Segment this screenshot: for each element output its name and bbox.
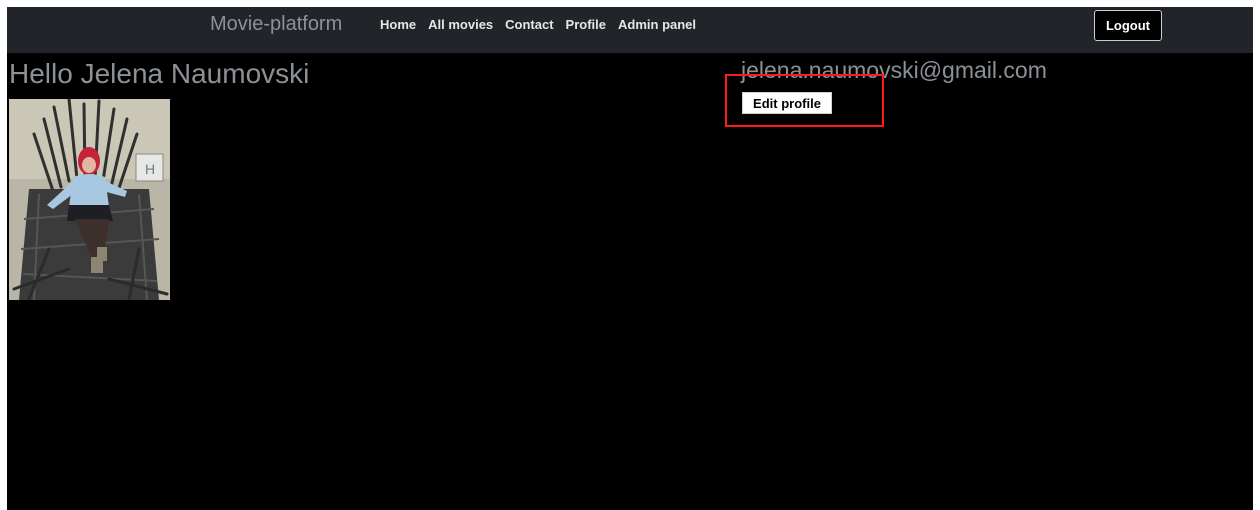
page-title: Hello Jelena Naumovski xyxy=(9,58,310,89)
page: Movie-platform Home All movies Contact P… xyxy=(7,7,1253,510)
brand-logo[interactable]: Movie-platform xyxy=(210,13,342,36)
nav-links: Home All movies Contact Profile Admin pa… xyxy=(380,17,696,32)
profile-photo: H xyxy=(9,99,170,300)
svg-text:H: H xyxy=(145,161,155,177)
nav-link-contact[interactable]: Contact xyxy=(505,17,553,32)
nav-link-home[interactable]: Home xyxy=(380,17,416,32)
user-email: jelena.naumovski@gmail.com xyxy=(741,57,1047,83)
edit-profile-button[interactable]: Edit profile xyxy=(742,92,832,114)
nav-link-all-movies[interactable]: All movies xyxy=(428,17,493,32)
nav-link-admin-panel[interactable]: Admin panel xyxy=(618,17,696,32)
logout-button[interactable]: Logout xyxy=(1094,10,1162,41)
nav-link-profile[interactable]: Profile xyxy=(566,17,606,32)
navbar: Movie-platform Home All movies Contact P… xyxy=(7,7,1253,53)
profile-photo-image: H xyxy=(9,99,170,300)
